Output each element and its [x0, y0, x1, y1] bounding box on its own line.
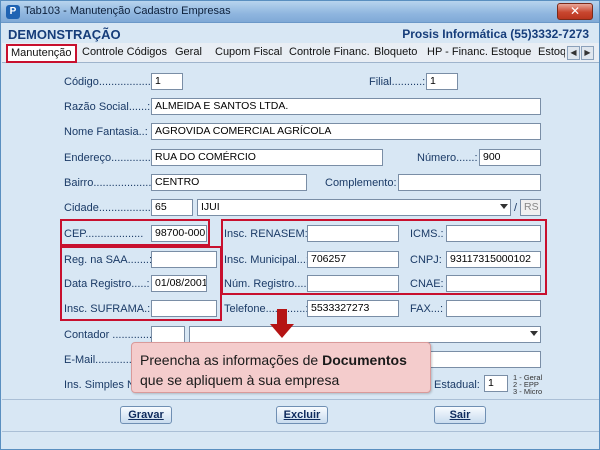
tab-manutencao[interactable]: Manutenção — [6, 44, 77, 63]
gravar-button[interactable]: Gravar — [120, 406, 172, 424]
callout-text-before: Preencha as informações de — [140, 352, 323, 368]
chevron-down-icon[interactable] — [530, 331, 538, 336]
filial-field[interactable]: 1 — [426, 73, 458, 90]
contador-combo[interactable] — [189, 326, 541, 343]
tab-cupom-fiscal[interactable]: Cupom Fiscal — [212, 45, 285, 62]
fax-field[interactable] — [446, 300, 541, 317]
contador-label: Contador .............: — [64, 329, 156, 341]
bairro-field[interactable]: CENTRO — [151, 174, 307, 191]
main-window: P Tab103 - Manutenção Cadastro Empresas … — [0, 0, 600, 450]
estadual-legend-3: 3 - Micro — [513, 387, 543, 396]
vendor-info: Prosis Informática (55)3332-7273 — [402, 27, 589, 41]
highlight-right-docs — [221, 219, 547, 295]
razao-social-label: Razão Social......: — [64, 101, 151, 113]
excluir-button[interactable]: Excluir — [276, 406, 328, 424]
window-title: Tab103 - Manutenção Cadastro Empresas — [24, 5, 231, 17]
close-button[interactable]: ✕ — [557, 3, 593, 20]
status-bar — [2, 431, 599, 449]
cidade-code-field[interactable]: 65 — [151, 199, 193, 216]
complemento-field[interactable] — [398, 174, 541, 191]
estadual-label: Estadual: — [434, 379, 480, 391]
nome-fantasia-label: Nome Fantasia..: — [64, 126, 148, 138]
tab-hp-financ[interactable]: HP - Financ. — [424, 45, 491, 62]
estadual-legend: 1 - Geral 2 - EPP 3 - Micro — [513, 374, 543, 396]
cidade-label: Cidade................... — [64, 202, 157, 214]
numero-label: Número......: — [417, 152, 478, 164]
tab-controle-codigos[interactable]: Controle Códigos — [79, 45, 170, 62]
cidade-name: IJUI — [201, 201, 220, 213]
title-bar[interactable]: P Tab103 - Manutenção Cadastro Empresas … — [1, 1, 599, 23]
annotation-arrow-shaft — [277, 309, 287, 325]
uf-field: RS — [520, 199, 541, 216]
contador-code-field[interactable] — [151, 326, 185, 343]
tab-strip: Manutenção Controle Códigos Geral Cupom … — [2, 43, 599, 63]
codigo-field[interactable]: 1 — [151, 73, 183, 90]
tab-bloqueto[interactable]: Bloqueto — [371, 45, 420, 62]
callout-text-after: que se apliquem à sua empresa — [140, 372, 340, 388]
company-name: DEMONSTRAÇÃO — [8, 27, 121, 42]
instruction-callout: Preencha as informações de Documentos qu… — [131, 342, 431, 393]
bairro-label: Bairro..................... — [64, 177, 158, 189]
telefone-field[interactable]: 5533327273 — [307, 300, 399, 317]
header-bar: DEMONSTRAÇÃO Prosis Informática (55)3332… — [2, 24, 599, 43]
tab-estoque[interactable]: Estoque — [488, 45, 534, 62]
endereco-label: Endereço............. — [64, 152, 151, 164]
telefone-label: Telefone.............: — [224, 303, 309, 315]
button-bar: Gravar Excluir Sair — [2, 399, 599, 429]
sair-button[interactable]: Sair — [434, 406, 486, 424]
razao-social-field[interactable]: ALMEIDA E SANTOS LTDA. — [151, 98, 541, 115]
chevron-down-icon[interactable] — [500, 204, 508, 209]
app-icon: P — [6, 5, 20, 19]
codigo-label: Código.................: — [64, 76, 154, 88]
highlight-cep — [60, 219, 210, 246]
numero-field[interactable]: 900 — [479, 149, 541, 166]
simples-label: Ins. Simples N — [64, 379, 135, 391]
cidade-separator: / — [514, 202, 518, 214]
tab-estoq-partial[interactable]: Estoq — [535, 45, 565, 62]
tab-controle-financ[interactable]: Controle Financ. — [286, 45, 373, 62]
nome-fantasia-field[interactable]: AGROVIDA COMERCIAL AGRÍCOLA — [151, 123, 541, 140]
endereco-field[interactable]: RUA DO COMÉRCIO — [151, 149, 383, 166]
estadual-field[interactable]: 1 — [484, 375, 508, 392]
callout-text-bold: Documentos — [322, 352, 407, 368]
tab-geral[interactable]: Geral — [172, 45, 205, 62]
down-arrow-icon — [270, 324, 294, 338]
fax-label: FAX...: — [410, 303, 444, 315]
cidade-combo[interactable]: IJUI — [197, 199, 511, 216]
filial-label: Filial..........: — [369, 76, 426, 88]
complemento-label: Complemento: — [325, 177, 397, 189]
tab-scroll-left-icon[interactable]: ◀ — [567, 46, 580, 60]
tab-scroll-right-icon[interactable]: ▶ — [581, 46, 594, 60]
highlight-left-docs — [60, 246, 222, 321]
